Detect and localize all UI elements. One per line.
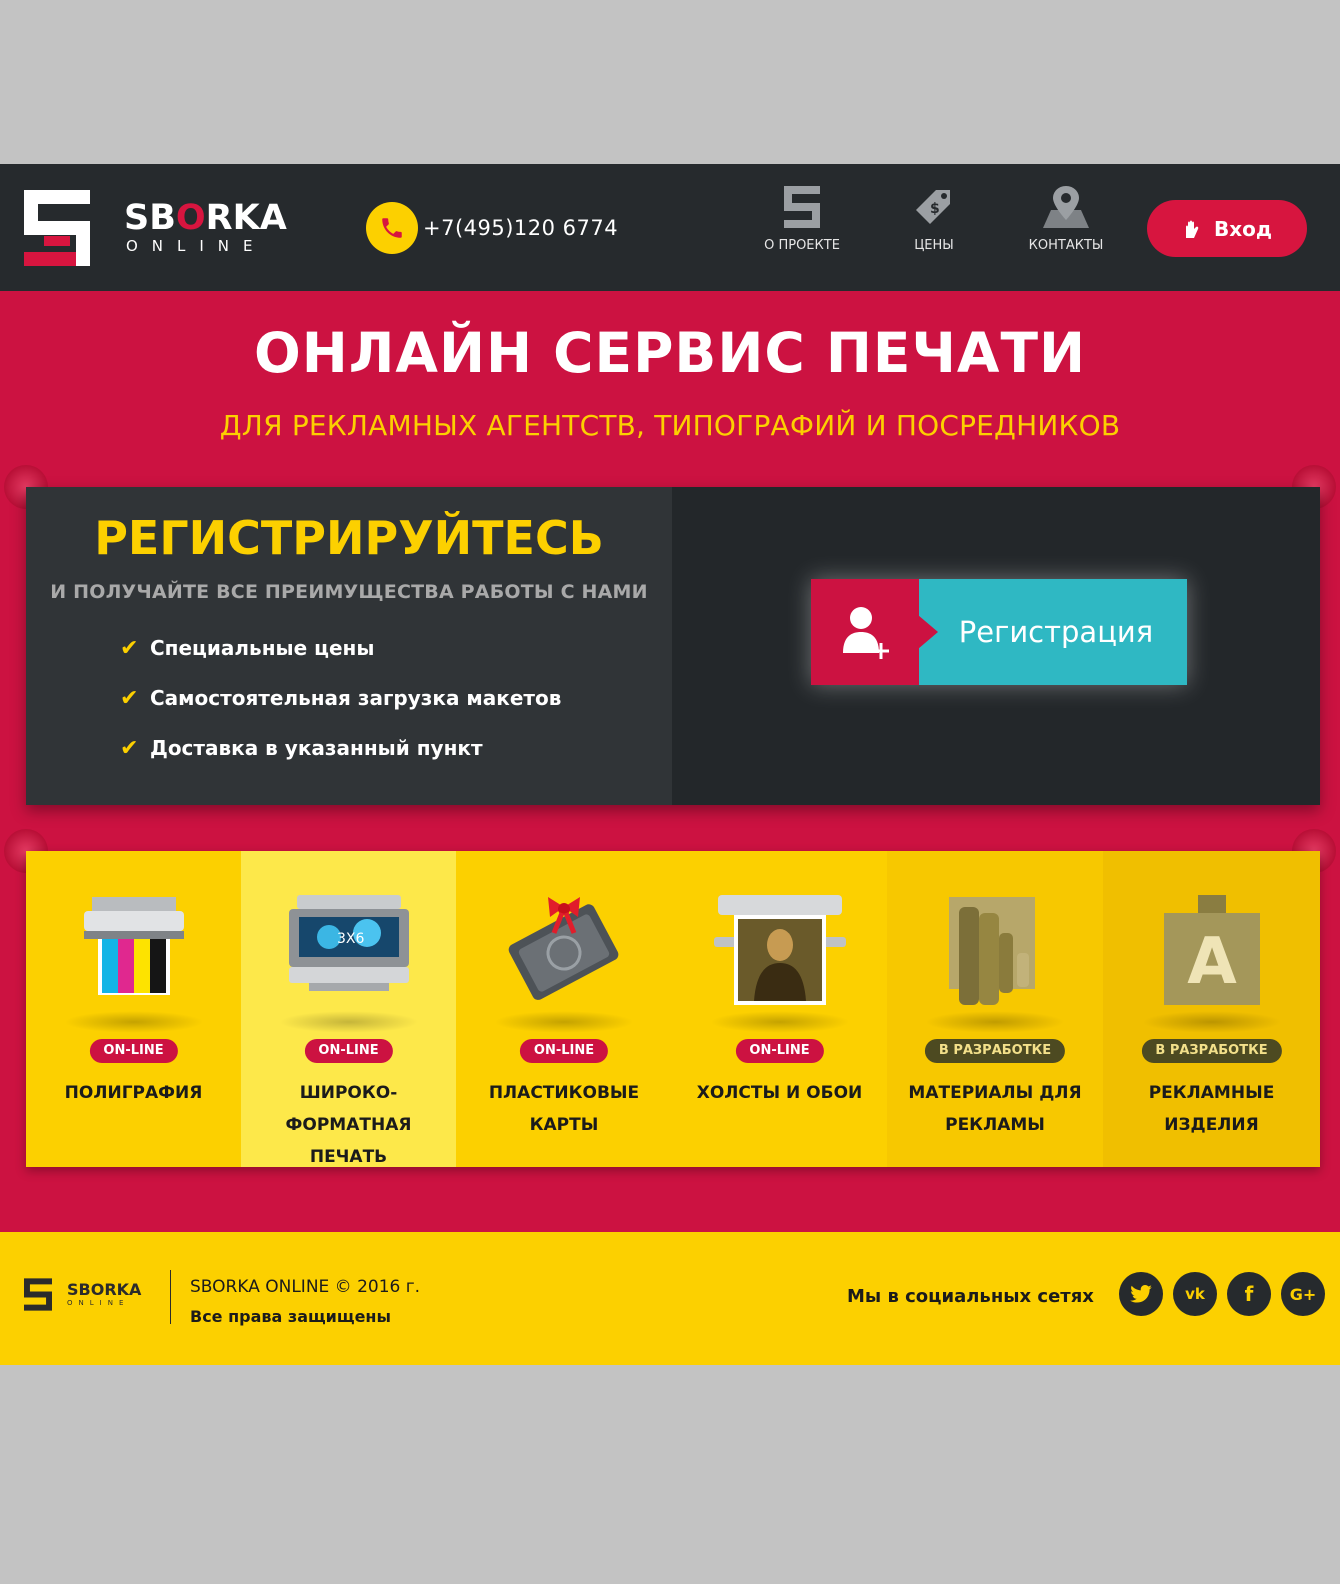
category-name: ПОЛИГРАФИЯ <box>64 1083 203 1103</box>
nav-about[interactable]: О ПРОЕКТЕ <box>747 186 857 253</box>
check-icon: ✔ <box>120 635 139 661</box>
art-shadow <box>63 1011 204 1033</box>
art-shadow <box>494 1011 634 1033</box>
vk-glyph: vk <box>1185 1285 1205 1303</box>
check-icon: ✔ <box>120 735 139 761</box>
materials-icon <box>949 897 1035 1005</box>
benefit-item: ✔ Специальные цены <box>120 623 561 673</box>
price-tag-icon: $ <box>916 190 950 224</box>
footer-divider <box>170 1270 171 1324</box>
phone-icon <box>366 202 418 254</box>
register-icon-box <box>811 579 938 685</box>
category-name: МАТЕРИАЛЫ ДЛЯ РЕКЛАМЫ <box>908 1083 1082 1135</box>
printer-cmyk-icon <box>83 897 184 995</box>
category-name: РЕКЛАМНЫЕ ИЗДЕЛИЯ <box>1148 1083 1275 1135</box>
svg-text:$: $ <box>930 201 940 217</box>
category-card[interactable]: 3X6 ON-LINE ШИРОКО-ФОРМАТНАЯ ПЕЧАТЬ <box>241 851 456 1167</box>
art-shadow <box>278 1011 419 1033</box>
nav-prices[interactable]: $ ЦЕНЫ <box>879 186 989 253</box>
facebook-icon[interactable]: f <box>1227 1272 1271 1316</box>
phone-number[interactable]: +7(495)120 6774 <box>423 216 618 240</box>
category-name: ШИРОКО-ФОРМАТНАЯ ПЕЧАТЬ <box>285 1083 412 1167</box>
footer-rights: Все права защищены <box>190 1307 391 1326</box>
status-badge: ON-LINE <box>89 1039 178 1063</box>
registration-panel: РЕГИСТРИРУЙТЕСЬ И ПОЛУЧАЙТЕ ВСЕ ПРЕИМУЩЕ… <box>26 487 1320 805</box>
plastic-cards-icon <box>508 897 619 1000</box>
art-shadow <box>925 1011 1065 1033</box>
map-pin-icon <box>1043 186 1089 228</box>
art-shadow <box>1141 1011 1282 1033</box>
login-button[interactable]: Вход <box>1147 200 1307 257</box>
category-row: ON-LINE ПОЛИГРАФИЯ 3X6 ON-LINE ШИРОКО-ФО… <box>26 851 1320 1167</box>
canvas-print-icon <box>713 895 846 1005</box>
brand-sub: ONLINE <box>126 237 267 255</box>
project-logo-icon <box>784 186 820 228</box>
check-icon: ✔ <box>120 685 139 711</box>
footer-copyright-block: SBORKA ONLINE © 2016 г. Все права защище… <box>190 1272 420 1332</box>
category-card[interactable]: ON-LINE ПЛАСТИКОВЫЕ КАРТЫ <box>456 851 672 1167</box>
hero-title: ОНЛАЙН СЕРВИС ПЕЧАТИ <box>253 321 1087 385</box>
login-hand-icon <box>1185 220 1199 238</box>
registration-info: РЕГИСТРИРУЙТЕСЬ И ПОЛУЧАЙТЕ ВСЕ ПРЕИМУЩЕ… <box>26 487 672 805</box>
nav-prices-label: ЦЕНЫ <box>914 238 954 253</box>
wide-format-printer-icon: 3X6 <box>288 895 409 991</box>
art-label: A <box>1187 925 1237 999</box>
footer-copyright: SBORKA ONLINE © 2016 г. <box>190 1277 421 1297</box>
nav-contacts[interactable]: КОНТАКТЫ <box>1011 186 1121 253</box>
sborka-logo-icon[interactable] <box>24 190 90 266</box>
art-shadow <box>709 1011 850 1033</box>
art-label: 3X6 <box>337 931 364 947</box>
hero-subtitle: ДЛЯ РЕКЛАМНЫХ АГЕНТСТВ, ТИПОГРАФИЙ И ПОС… <box>219 409 1121 442</box>
add-user-icon <box>843 607 889 659</box>
category-card[interactable]: В РАЗРАБОТКЕ МАТЕРИАЛЫ ДЛЯ РЕКЛАМЫ <box>887 851 1103 1167</box>
category-name: ХОЛСТЫ И ОБОИ <box>696 1083 863 1103</box>
site-header: SBORKA ONLINE +7(495)120 6774 О ПРОЕКТЕ … <box>0 164 1340 291</box>
vk-icon[interactable]: vk <box>1173 1272 1217 1316</box>
benefit-item: ✔ Самостоятельная загрузка макетов <box>120 673 561 723</box>
promo-products-icon: A <box>1163 895 1260 1005</box>
nav-about-label: О ПРОЕКТЕ <box>764 238 840 253</box>
footer-brand[interactable]: SBORKA ONLINE <box>67 1282 141 1308</box>
facebook-glyph: f <box>1244 1282 1254 1306</box>
footer-brand-sub: ONLINE <box>67 1299 130 1307</box>
twitter-icon[interactable] <box>1119 1272 1163 1316</box>
login-label: Вход <box>1213 216 1273 241</box>
nav-contacts-label: КОНТАКТЫ <box>1028 238 1104 253</box>
brand-wordmark[interactable]: SBORKA ONLINE <box>124 200 287 255</box>
category-name: ПЛАСТИКОВЫЕ КАРТЫ <box>488 1083 640 1135</box>
benefit-item: ✔ Доставка в указанный пункт <box>120 723 561 773</box>
google-plus-glyph: G+ <box>1289 1284 1317 1304</box>
status-badge: В РАЗРАБОТКЕ <box>1141 1039 1282 1063</box>
registration-subtitle: И ПОЛУЧАЙТЕ ВСЕ ПРЕИМУЩЕСТВА РАБОТЫ С НА… <box>50 581 648 603</box>
registration-title: РЕГИСТРИРУЙТЕСЬ <box>94 511 604 565</box>
google-plus-icon[interactable]: G+ <box>1281 1272 1325 1316</box>
footer-brand-main: SBORKA <box>67 1280 142 1299</box>
footer-logo-icon[interactable] <box>24 1278 52 1311</box>
social-label: Мы в социальных сетях <box>847 1286 1094 1307</box>
status-badge: ON-LINE <box>519 1039 609 1063</box>
category-card[interactable]: ON-LINE ХОЛСТЫ И ОБОИ <box>672 851 887 1167</box>
status-badge: В РАЗРАБОТКЕ <box>924 1039 1066 1063</box>
register-button[interactable]: Регистрация <box>811 579 1187 685</box>
benefit-text: Самостоятельная загрузка макетов <box>150 686 562 710</box>
site-footer: SBORKA ONLINE SBORKA ONLINE © 2016 г. Вс… <box>0 1232 1340 1365</box>
benefit-text: Доставка в указанный пункт <box>150 736 483 760</box>
hero-band: ОНЛАЙН СЕРВИС ПЕЧАТИ ДЛЯ РЕКЛАМНЫХ АГЕНТ… <box>0 291 1340 1232</box>
category-card[interactable]: A В РАЗРАБОТКЕ РЕКЛАМНЫЕ ИЗДЕЛИЯ <box>1103 851 1320 1167</box>
brand-main: SBORKA <box>124 198 287 238</box>
status-badge: ON-LINE <box>735 1039 824 1063</box>
register-label: Регистрация <box>919 579 1187 685</box>
benefit-text: Специальные цены <box>150 636 375 660</box>
benefits-list: ✔ Специальные цены ✔ Самостоятельная загру… <box>120 623 561 773</box>
status-badge: ON-LINE <box>304 1039 393 1063</box>
category-card[interactable]: ON-LINE ПОЛИГРАФИЯ <box>26 851 241 1167</box>
